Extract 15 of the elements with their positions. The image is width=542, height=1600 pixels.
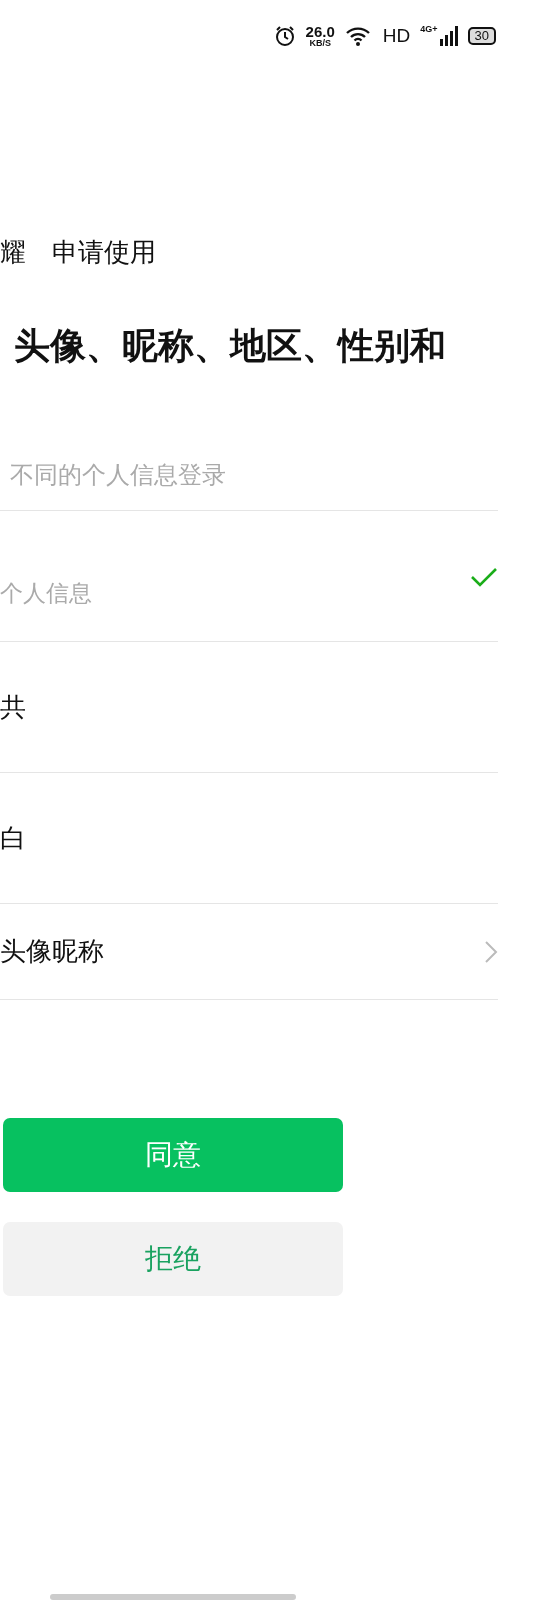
- chevron-icon: [484, 939, 498, 964]
- alarm-icon: [273, 25, 296, 47]
- request-text: 申请使用: [52, 236, 156, 269]
- option-label[interactable]: 白: [0, 820, 26, 856]
- permission-subtitle: 不同的个人信息登录: [9, 460, 227, 491]
- permission-title: 头像、昵称、地区、性别和: [13, 323, 447, 368]
- network-label: 4G+: [420, 24, 438, 34]
- speed-unit: KB/S: [309, 39, 331, 48]
- hd-label: HD: [382, 25, 411, 47]
- option-label[interactable]: 头像昵称: [0, 934, 104, 969]
- battery-indicator: 30: [467, 27, 496, 45]
- option-label[interactable]: 共: [0, 689, 26, 725]
- speed-value: 26.0: [305, 24, 335, 39]
- app-name: 耀: [0, 236, 26, 269]
- signal-icon: [439, 26, 458, 46]
